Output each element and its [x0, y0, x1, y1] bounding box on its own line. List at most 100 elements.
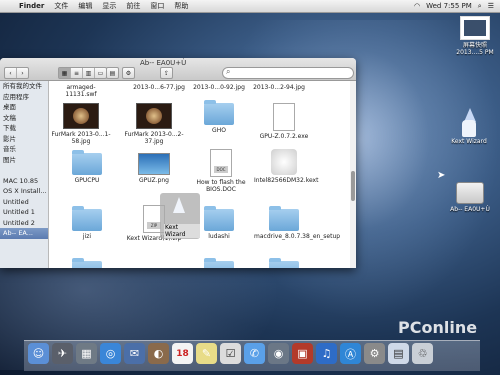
reminders-dock-icon[interactable]: ☑ — [220, 343, 241, 364]
share-button[interactable]: ⇪ — [160, 67, 173, 79]
finder-dock-icon[interactable]: ☺ — [28, 343, 49, 364]
menu-help[interactable]: 帮助 — [169, 1, 193, 11]
desktop-item-drive[interactable]: Ab-- EA0U+Ù — [445, 178, 495, 213]
file-item[interactable]: GPUCPU — [57, 150, 117, 184]
folder-icon — [204, 100, 234, 125]
exe-file-icon — [273, 103, 295, 131]
itunes-dock-icon[interactable]: ♫ — [316, 343, 337, 364]
file-item[interactable]: macdrive_8.0.7.38_en_setup — [254, 206, 340, 240]
launchpad-dock-icon[interactable]: ✈ — [52, 343, 73, 364]
desktop-label-kext-wizard: Kext Wizard — [451, 138, 487, 145]
desktop-item-kext-wizard[interactable]: Kext Wizard — [443, 108, 495, 145]
menu-edit[interactable]: 编辑 — [73, 1, 97, 11]
sidebar-item-desktop[interactable]: 桌面 — [0, 102, 48, 113]
file-item[interactable]: GPU-Z.0.7.2.exe — [254, 103, 314, 140]
folder-icon — [72, 258, 102, 268]
desktop-item-screenshot[interactable]: 屏幕快照 2013....5 PM — [455, 16, 495, 56]
file-item[interactable] — [254, 258, 314, 268]
icon-view-button[interactable]: ▦ — [59, 68, 71, 78]
sidebar-item-osx-install[interactable]: OS X Install... — [0, 186, 48, 197]
dragged-item[interactable]: Kext Wizard — [160, 193, 200, 239]
menu-file[interactable]: 文件 — [49, 1, 73, 11]
arrange-button[interactable]: ▤ — [106, 67, 119, 79]
facetime-dock-icon[interactable]: ◉ — [268, 343, 289, 364]
zip-tag: ZIP — [147, 222, 161, 229]
file-item[interactable]: armaged-11131.swf — [51, 84, 111, 98]
sidebar-item-movies[interactable]: 影片 — [0, 134, 48, 145]
wifi-icon[interactable]: ◠ — [414, 2, 420, 10]
system-preferences-dock-icon[interactable]: ⚙ — [364, 343, 385, 364]
mail-dock-icon[interactable]: ✉ — [124, 343, 145, 364]
back-forward-buttons: ‹ › — [4, 67, 29, 79]
drag-label: Kext Wizard — [164, 224, 200, 238]
file-grid: armaged-11131.swf 2013-0...6-77.jpg 2013… — [49, 81, 349, 268]
safari-dock-icon[interactable]: ◎ — [100, 343, 121, 364]
sidebar-item-music[interactable]: 音乐 — [0, 144, 48, 155]
sidebar-item-untitled[interactable]: Untitled — [0, 197, 48, 208]
file-name: 2013-0...2-94.jpg — [253, 84, 305, 91]
doc-file-icon: DOC — [210, 149, 232, 177]
list-view-button[interactable]: ≡ — [71, 68, 83, 78]
clock[interactable]: Wed 7:55 PM — [426, 2, 472, 10]
sidebar-item-drive-selected[interactable]: Ab-- EA... — [0, 228, 48, 239]
mission-control-dock-icon[interactable]: ▦ — [76, 343, 97, 364]
sidebar-item-untitled-1[interactable]: Untitled 1 — [0, 207, 48, 218]
file-item[interactable]: GPUZ.png — [124, 153, 184, 184]
file-item[interactable]: FurMark 2013-0...2-37.jpg — [124, 103, 184, 145]
file-name: armaged-11131.swf — [65, 84, 97, 98]
sidebar-item-downloads[interactable]: 下载 — [0, 123, 48, 134]
file-item[interactable] — [189, 258, 249, 268]
sidebar-item-untitled-2[interactable]: Untitled 2 — [0, 218, 48, 229]
screenshot-thumbnail-icon — [460, 16, 490, 40]
app-menu-finder[interactable]: Finder — [14, 2, 49, 10]
scrollbar-thumb[interactable] — [351, 171, 355, 201]
file-name: Intel82566DM32.kext — [254, 177, 319, 184]
sidebar-item-pictures[interactable]: 图片 — [0, 155, 48, 166]
file-item[interactable]: DOC How to flash the BIOS.DOC — [191, 149, 251, 193]
file-item[interactable] — [57, 258, 117, 268]
file-item[interactable]: 2013-0...2-94.jpg — [249, 84, 309, 91]
sidebar-item-documents[interactable]: 文稿 — [0, 113, 48, 124]
contacts-dock-icon[interactable]: ◐ — [148, 343, 169, 364]
sidebar-item-applications[interactable]: 应用程序 — [0, 92, 48, 103]
file-item[interactable]: jizi — [57, 206, 117, 240]
app-store-dock-icon[interactable]: Ⓐ — [340, 343, 361, 364]
desktop-label-drive: Ab-- EA0U+Ù — [450, 206, 490, 213]
file-item[interactable]: 2013-0...6-77.jpg — [129, 84, 189, 91]
sidebar-item-all-files[interactable]: 所有我的文件 — [0, 81, 48, 92]
menu-go[interactable]: 前往 — [121, 1, 145, 11]
action-button[interactable]: ⚙ — [122, 67, 135, 79]
menu-view[interactable]: 显示 — [97, 1, 121, 11]
calendar-dock-icon[interactable]: 18 — [172, 343, 193, 364]
search-input[interactable]: ⌕ — [222, 67, 354, 79]
coverflow-view-button[interactable]: ▭ — [95, 68, 106, 78]
finder-toolbar: Ab-- EA0U+Ù ‹ › ▦ ≡ ▥ ▭ ▤ ⚙ ⇪ ⌕ — [0, 58, 356, 81]
file-name: jizi — [82, 233, 92, 240]
documents-stack-dock-icon[interactable]: ▤ — [388, 343, 409, 364]
external-drive-icon — [456, 182, 484, 204]
notes-dock-icon[interactable]: ✎ — [196, 343, 217, 364]
arrange-icon: ▤ — [109, 69, 116, 77]
column-view-button[interactable]: ▥ — [83, 68, 95, 78]
file-item[interactable]: 2013-0...0-92.jpg — [189, 84, 249, 91]
watermark-logo: PConline — [398, 318, 478, 337]
spotlight-icon[interactable]: ⌕ — [478, 2, 482, 11]
menu-window[interactable]: 窗口 — [145, 1, 169, 11]
view-mode-buttons: ▦ ≡ ▥ ▭ — [58, 67, 107, 79]
file-name: FurMark 2013-0...1-58.jpg — [51, 131, 111, 145]
back-button[interactable]: ‹ — [5, 68, 17, 78]
file-item[interactable]: FurMark 2013-0...1-58.jpg — [51, 103, 111, 145]
file-item[interactable]: Intel82566DM32.kext — [254, 149, 318, 184]
file-name: GHO — [212, 127, 226, 134]
photo-booth-dock-icon[interactable]: ▣ — [292, 343, 313, 364]
file-item[interactable]: GHO — [189, 100, 249, 134]
messages-dock-icon[interactable]: ✆ — [244, 343, 265, 364]
vertical-scrollbar[interactable] — [350, 81, 356, 268]
file-name: ludashi — [208, 233, 230, 240]
folder-icon — [269, 258, 299, 268]
trash-dock-icon[interactable]: ♲ — [412, 343, 433, 364]
furmark-image-thumbnail — [136, 103, 172, 129]
notification-center-icon[interactable]: ☰ — [488, 2, 494, 10]
forward-button[interactable]: › — [17, 68, 28, 78]
sidebar-item-mac-1085[interactable]: MAC 10.85 — [0, 176, 48, 187]
